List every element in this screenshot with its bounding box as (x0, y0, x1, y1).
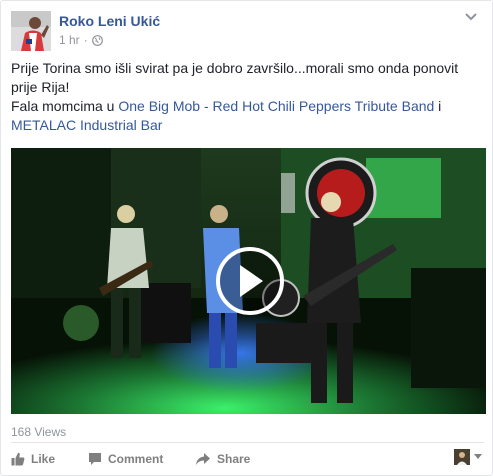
share-label: Share (217, 452, 251, 466)
post-meta: 1 hr · (59, 33, 103, 47)
actions-divider (11, 442, 484, 443)
comment-button[interactable]: Comment (88, 449, 163, 469)
like-label: Like (31, 452, 56, 466)
viewer-avatar (454, 449, 470, 465)
view-count: 168 Views (11, 425, 67, 439)
caret-down-icon (474, 454, 482, 459)
share-arrow-icon (196, 453, 210, 465)
globe-icon[interactable] (91, 34, 103, 46)
share-button[interactable]: Share (195, 449, 250, 469)
comment-label: Comment (108, 452, 164, 466)
post-card: Roko Leni Ukić 1 hr · Prije Torina smo i… (0, 0, 493, 476)
options-chevron-icon[interactable] (463, 11, 479, 23)
video-player[interactable] (11, 148, 486, 414)
author-avatar[interactable] (11, 11, 51, 51)
post-text-line-2: Fala momcima u One Big Mob - Red Hot Chi… (11, 97, 481, 135)
like-button[interactable]: Like (11, 449, 55, 469)
mention-one-big-mob[interactable]: One Big Mob - Red Hot Chili Peppers Trib… (118, 98, 434, 114)
thumbs-up-icon (11, 452, 25, 466)
play-button[interactable] (216, 247, 284, 315)
author-name[interactable]: Roko Leni Ukić (59, 13, 160, 29)
post-timestamp[interactable]: 1 hr (59, 33, 80, 47)
post-text-conjunction: i (434, 98, 442, 114)
play-icon (240, 265, 263, 297)
post-header: Roko Leni Ukić 1 hr · (11, 11, 481, 51)
post-text-line-1: Prije Torina smo išli svirat pa je dobro… (11, 60, 459, 95)
mention-metalac-bar[interactable]: METALAC Industrial Bar (11, 117, 162, 133)
meta-separator: · (83, 33, 88, 47)
post-as-selector[interactable] (454, 449, 482, 465)
post-text-prefix: Fala momcima u (11, 98, 119, 114)
speech-bubble-icon (89, 453, 101, 465)
action-bar: Like Comment Share (11, 449, 484, 469)
post-text: Prije Torina smo išli svirat pa je dobro… (11, 59, 481, 135)
